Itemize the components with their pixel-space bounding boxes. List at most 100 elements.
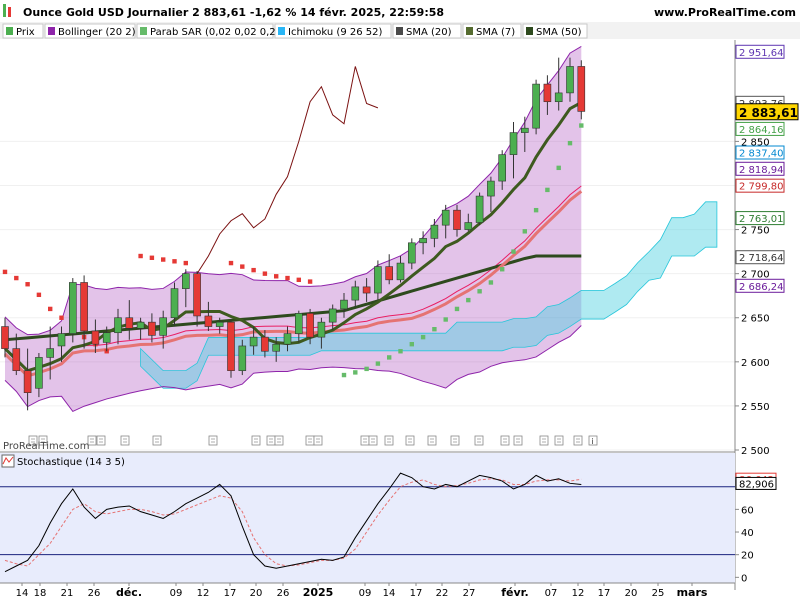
news-event-icon[interactable]: [573, 435, 583, 446]
candle-body[interactable]: [193, 273, 201, 317]
candle-body[interactable]: [12, 348, 21, 371]
news-event-icon[interactable]: [427, 435, 437, 446]
news-event-icon[interactable]: [360, 435, 370, 446]
candle-body[interactable]: [340, 299, 348, 310]
sar-dot: [488, 280, 494, 285]
candle-body[interactable]: [102, 332, 111, 343]
sar-dot: [59, 315, 64, 320]
candle-body[interactable]: [396, 262, 405, 281]
candle-body[interactable]: [114, 317, 122, 334]
legend-label[interactable]: Bollinger (20 2): [58, 27, 136, 38]
candle-body[interactable]: [566, 66, 574, 94]
news-event-icon[interactable]: [305, 435, 315, 446]
news-event-icon[interactable]: [384, 435, 394, 446]
news-event-icon[interactable]: [474, 435, 484, 446]
candle-body[interactable]: [498, 154, 507, 182]
site-url[interactable]: www.ProRealTime.com: [654, 6, 796, 19]
news-event-icon[interactable]: [450, 435, 460, 446]
candle-body[interactable]: [317, 321, 326, 338]
candle-body[interactable]: [35, 357, 43, 389]
candle-body[interactable]: [23, 370, 32, 393]
candle-body[interactable]: [46, 348, 55, 358]
indicator-legend: Prix Bollinger (20 2) Parab SAR (0,02 0,02…: [2, 23, 588, 39]
sar-dot: [48, 306, 53, 312]
candle-body[interactable]: [249, 336, 258, 347]
candle-body[interactable]: [385, 266, 394, 281]
news-event-icon[interactable]: [405, 435, 415, 446]
candle-body[interactable]: [227, 321, 235, 371]
legend-label[interactable]: SMA (20): [406, 27, 452, 38]
candle-body[interactable]: [204, 315, 213, 327]
x-tick-label: 07: [545, 588, 558, 599]
sar-dot: [375, 361, 381, 366]
candle-body[interactable]: [475, 195, 484, 223]
x-tick-label: 14: [383, 588, 396, 599]
candle-body[interactable]: [407, 242, 416, 264]
candle-body[interactable]: [283, 333, 292, 345]
candle-body[interactable]: [125, 317, 134, 329]
candle-body[interactable]: [577, 66, 586, 112]
candle-body[interactable]: [261, 336, 269, 352]
candle-body[interactable]: [453, 209, 461, 230]
news-event-icon[interactable]: [313, 435, 323, 446]
candle-body[interactable]: [543, 83, 552, 103]
candle-body[interactable]: [182, 273, 190, 289]
candle-body[interactable]: [554, 92, 563, 103]
candle-body[interactable]: [520, 127, 529, 133]
candle-body[interactable]: [430, 224, 439, 239]
candle-body[interactable]: [306, 313, 314, 338]
legend-label[interactable]: SMA (50): [536, 27, 582, 38]
sar-dot: [2, 269, 8, 275]
legend-swatch: [526, 27, 533, 35]
news-event-icon[interactable]: [251, 435, 261, 446]
candle-body[interactable]: [464, 222, 473, 230]
candle-body[interactable]: [272, 343, 281, 352]
news-event-icon[interactable]: [120, 435, 130, 446]
sar-dot: [274, 274, 279, 279]
candle-body[interactable]: [91, 330, 100, 345]
legend-label[interactable]: Prix: [16, 27, 35, 38]
legend-label[interactable]: SMA (7): [476, 27, 515, 38]
news-event-icon[interactable]: [96, 435, 106, 446]
candle-body[interactable]: [238, 345, 247, 371]
candle-body[interactable]: [487, 180, 495, 197]
news-event-icon[interactable]: [274, 435, 284, 446]
x-tick-label: 14: [16, 588, 29, 599]
sar-dot: [341, 372, 347, 378]
candle-body[interactable]: [159, 317, 167, 336]
candle-body[interactable]: [69, 282, 77, 334]
x-tick-label: mars: [677, 586, 708, 599]
candle-body[interactable]: [509, 132, 518, 155]
news-event-icon[interactable]: [368, 435, 378, 446]
candle-body[interactable]: [1, 326, 9, 349]
sar-dot: [579, 123, 584, 128]
news-event-icon[interactable]: [554, 435, 564, 446]
candle-body[interactable]: [294, 313, 303, 334]
candle-body[interactable]: [170, 288, 179, 319]
candle-body[interactable]: [136, 321, 145, 329]
sar-dot: [172, 259, 177, 264]
news-event-icon[interactable]: [208, 435, 218, 446]
legend-label[interactable]: Ichimoku (9 26 52): [288, 27, 382, 38]
news-event-icon[interactable]: [152, 435, 162, 446]
news-event-icon[interactable]: [500, 435, 510, 446]
x-tick-label: 18: [34, 588, 47, 599]
candle-body[interactable]: [351, 286, 360, 301]
candle-body[interactable]: [328, 308, 337, 323]
news-event-icon[interactable]: [266, 435, 276, 446]
sar-dot: [353, 370, 358, 375]
candle-body[interactable]: [80, 282, 88, 332]
legend-label[interactable]: Parab SAR (0,02 0,02 0,2): [150, 27, 280, 38]
candle-body[interactable]: [148, 321, 156, 336]
candle-body[interactable]: [215, 321, 224, 327]
candle-body[interactable]: [57, 333, 66, 347]
news-event-icon[interactable]: [539, 435, 549, 446]
candle-body[interactable]: [419, 238, 427, 244]
candle-body[interactable]: [374, 266, 382, 294]
price-badge-label: 2 718,64: [739, 253, 784, 264]
candle-body[interactable]: [532, 83, 540, 129]
candle-body[interactable]: [362, 286, 371, 294]
legend-swatch: [6, 27, 13, 35]
candle-body[interactable]: [441, 209, 450, 226]
news-event-icon[interactable]: [513, 435, 523, 446]
